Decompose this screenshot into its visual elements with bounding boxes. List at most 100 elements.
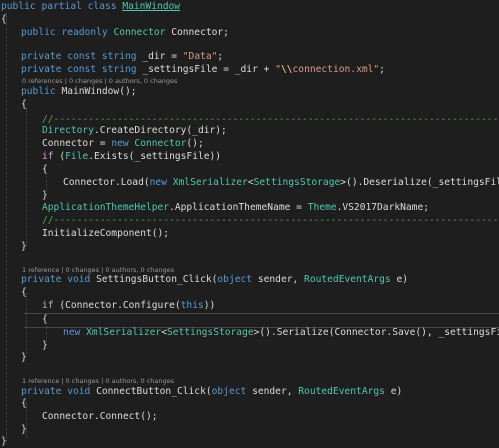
type-name: File [65,151,89,162]
code-line-initialize-component[interactable]: InitializeComponent(); [42,227,169,241]
code-line-create-directory[interactable]: Directory.CreateDirectory(_dir); [42,124,227,138]
identifier: (Connector.Configure( [53,300,181,311]
code-lens[interactable]: 0 references | 0 changes | 0 authors, 0 … [22,77,177,85]
identifier: Connector = [42,138,112,149]
brace: { [42,314,48,325]
identifier: >().Serialize(Connector.Save(), _setting… [253,327,499,338]
code-line-serialize[interactable]: new XmlSerializer<SettingsStorage>().Ser… [63,326,499,340]
keyword: new [149,177,167,188]
code-line-open-brace[interactable]: { [42,163,48,177]
keyword: partial [41,1,82,12]
identifier: .ApplicationThemeName = [169,202,308,213]
code-lens[interactable]: 1 reference | 0 changes | 0 authors, 0 c… [22,377,174,385]
code-line-close-brace[interactable]: } [42,339,48,353]
identifier: SettingsButton_Click( [96,274,218,285]
keyword: const [67,51,97,62]
code-line-close-brace[interactable]: } [21,351,27,365]
indent-guide [6,13,7,443]
identifier: InitializeComponent(); [42,228,170,239]
keyword: object [217,274,253,285]
code-line-open-brace[interactable]: { [42,313,48,327]
type-name: Connector [113,27,166,38]
identifier: _settingsFile = _dir + [142,64,276,75]
identifier: .VS2017DarkName; [336,202,430,213]
brace: { [42,164,48,175]
identifier: .CreateDirectory(_dir); [93,125,227,136]
type-name: ApplicationThemeHelper [42,202,170,213]
brace: } [42,190,48,201]
identifier: Connector; [171,27,229,38]
type-name: XmlSerializer [86,327,162,338]
code-editor[interactable]: public partial class MainWindow { public… [0,0,499,448]
code-line-class-declaration[interactable]: public partial class MainWindow [1,0,180,14]
keyword: private [21,274,62,285]
type-name: RoutedEventArgs [304,274,391,285]
code-line-connector-field[interactable]: public readonly Connector Connector; [21,26,229,40]
code-line-theme[interactable]: ApplicationThemeHelper.ApplicationThemeN… [42,201,429,215]
keyword: if [42,300,54,311]
identifier: Connector.Connect(); [42,411,158,422]
code-line-settings-click-declaration[interactable]: private void SettingsButton_Click(object… [21,273,408,287]
code-line-new-connector[interactable]: Connector = new Connector(); [42,137,204,151]
code-line-open-brace[interactable]: { [21,286,27,300]
identifier: sender, [252,274,305,285]
punctuation: (); [186,138,204,149]
brace: } [21,424,27,435]
identifier: .Exists(_settingsFile)) [88,151,222,162]
type-name: RoutedEventArgs [298,386,385,397]
type-name: SettingsStorage [166,327,254,338]
code-line-load-settings[interactable]: Connector.Load(new XmlSerializer<Setting… [63,176,499,190]
keyword: this [180,300,204,311]
punctuation: ( [53,151,66,162]
code-line-open-brace[interactable]: { [1,13,7,27]
type-name: Connector [134,138,187,149]
keyword: readonly [61,27,108,38]
keyword: class [87,1,117,12]
code-line-dir-const[interactable]: private const string _dir = "Data"; [21,50,223,64]
code-line-close-brace[interactable]: } [21,240,27,254]
keyword: public [1,1,36,12]
type-name: SettingsStorage [253,177,341,188]
keyword: const [67,64,97,75]
identifier: _dir = [142,51,183,62]
identifier: >().Deserialize(_settingsFile)); [340,177,499,188]
keyword: object [211,386,247,397]
code-line-open-brace[interactable]: { [21,98,27,112]
identifier: e) [384,386,403,397]
code-line-connect-click-declaration[interactable]: private void ConnectButton_Click(object … [21,385,402,399]
code-line-if-configure[interactable]: if (Connector.Configure(this)) [42,299,215,313]
code-line-close-brace[interactable]: } [21,423,27,437]
brace: { [21,287,27,298]
identifier: ConnectButton_Click( [96,386,212,397]
code-line-constructor-declaration[interactable]: public MainWindow(); [21,85,137,99]
identifier: sender, [246,386,299,397]
keyword: new [111,138,129,149]
code-line-connect-call[interactable]: Connector.Connect(); [42,410,158,424]
keyword: if [42,151,54,162]
indent-guide [26,108,27,246]
keyword: public [21,27,56,38]
keyword: private [21,386,62,397]
escape-sequence: \\ [280,64,293,75]
keyword: new [63,327,81,338]
keyword: void [67,274,91,285]
punctuation: )) [203,300,216,311]
brace: } [21,352,27,363]
code-line-close-brace[interactable]: } [1,435,7,448]
brace: } [21,241,27,252]
code-line-if-file-exists[interactable]: if (File.Exists(_settingsFile)) [42,150,221,164]
type-name: XmlSerializer [172,177,248,188]
keyword: string [101,51,137,62]
code-line-settings-const[interactable]: private const string _settingsFile = _di… [21,63,385,77]
punctuation: ; [217,51,224,62]
identifier: MainWindow(); [61,86,137,97]
class-name: MainWindow [122,1,181,12]
brace: { [1,14,7,25]
keyword: public [21,86,56,97]
string-literal: connection.xml" [292,64,380,75]
code-line-comment[interactable]: //--------------------------------------… [42,214,499,228]
keyword: private [21,64,62,75]
code-line-open-brace[interactable]: { [21,397,27,411]
punctuation: ; [379,64,385,75]
brace: { [21,99,27,110]
